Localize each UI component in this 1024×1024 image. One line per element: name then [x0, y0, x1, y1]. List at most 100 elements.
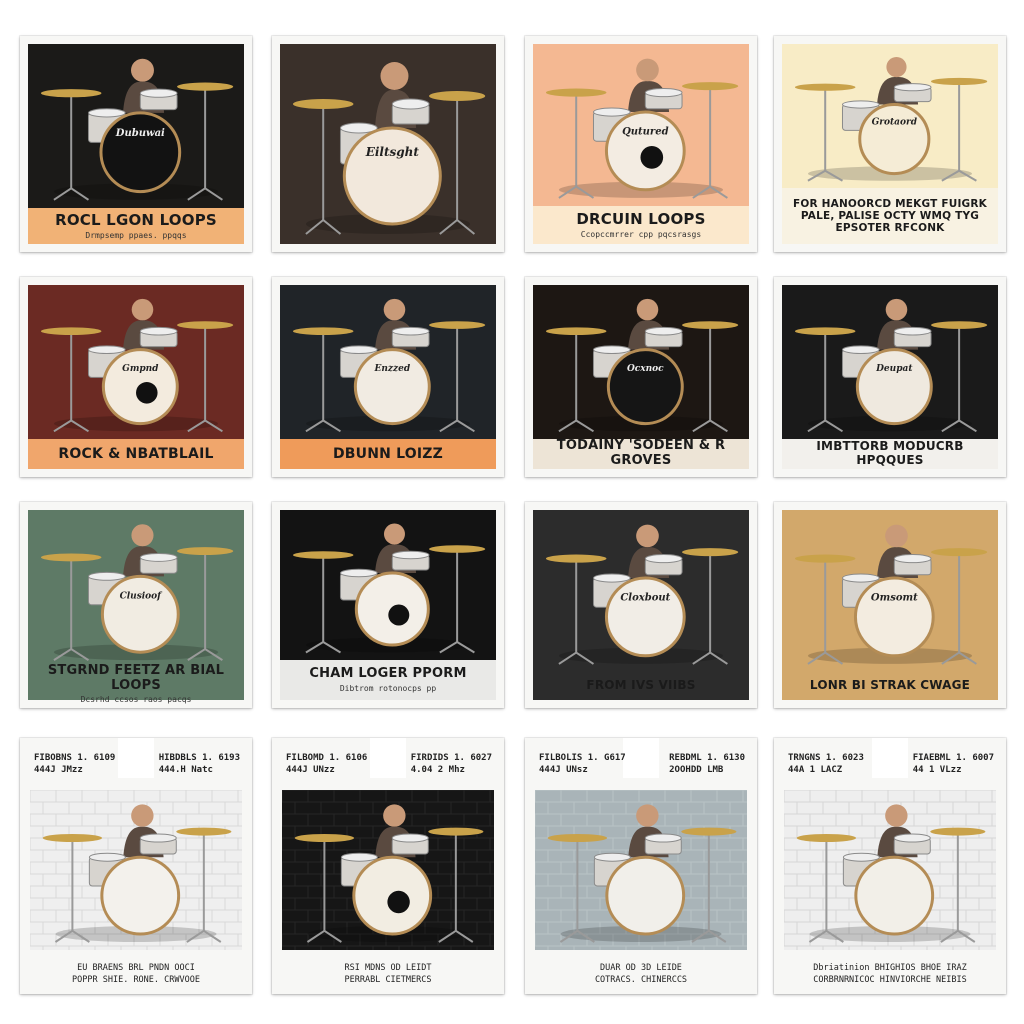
spec-line: 444J UNzz: [286, 765, 335, 775]
bass-drum: Gmpnd: [101, 348, 179, 426]
drum-kit-photo: Omsomt: [782, 510, 998, 672]
footer-line: RSI MDNS OD LEIDT: [344, 963, 432, 973]
card-footer: RSI MDNS OD LEIDT PERRABL CIETMERCS: [272, 962, 504, 986]
drum-kit-photo: Qutured: [533, 44, 749, 206]
spec-line: 44 1 VLzz: [912, 765, 962, 775]
drum-kit-photo: [535, 790, 747, 950]
spec-line: 444J JMzz: [34, 765, 83, 775]
poster-subtitle: Dibtrom rotonocps pp: [339, 683, 437, 693]
poster-subtitle: Dcsrhd ccsos raos pacqs: [80, 695, 192, 705]
poster-card[interactable]: Grotaord FOR HANOORCD MEKGT FUIGRK PALE, …: [774, 36, 1006, 252]
drum-kit-photo: Clusioof: [28, 510, 244, 668]
bass-drum: [352, 855, 433, 936]
caption-band: LONR BI STRAK CWAGE: [782, 672, 998, 700]
bass-drum: Ocxnoc: [606, 348, 684, 426]
poster-card[interactable]: Omsomt LONR BI STRAK CWAGE: [774, 502, 1006, 708]
drum-kit-photo: [280, 510, 496, 660]
drum-logo: Gmpnd: [122, 364, 159, 374]
spec-line: 2OOHDD LMB: [669, 765, 724, 775]
poster-card[interactable]: Enzzed DBUNN LOIZZ: [272, 277, 504, 477]
drum-logo: Ocxnoc: [627, 364, 664, 374]
poster-card[interactable]: FIBOBNS 1. 6109 444J JMzz HIBDBLS 1. 6193 4…: [20, 738, 252, 994]
spec-line: FIBOBNS 1. 6109: [34, 753, 116, 763]
spec-line: HIBDBLS 1. 6193: [158, 753, 240, 763]
caption-band: IMBTTORB MODUCRB HPQQUES: [782, 439, 998, 469]
footer-line: Dbriatinion BHIGHIOS BHOE IRAZ: [813, 963, 967, 973]
poster-subtitle: Ccopccmrrer cpp pqcsrasgs: [580, 230, 702, 240]
poster-title: LONR BI STRAK CWAGE: [809, 678, 971, 693]
spec-left: TRNGNS 1. 6023 44A 1 LACZ: [788, 752, 864, 776]
card-footer: EU BRAENS BRL PNDN OOCI POPPR SHIE. RONE.…: [20, 962, 252, 986]
spec-right: FIAEBML 1. 6007 44 1 VLzz: [913, 752, 994, 776]
spec-line: 4.04 2 Mhz: [410, 765, 465, 775]
poster-title: CHAM LOGER PPORM: [309, 666, 467, 682]
poster-card[interactable]: FILBOMD 1. 6106 444J UNzz FIRDIDS 1. 6027 4…: [272, 738, 504, 994]
poster-title: DBUNN LOIZZ: [332, 445, 443, 462]
bass-drum: Eiltsght: [342, 126, 442, 226]
poster-card[interactable]: Clusioof STGRND FEETZ AR BIAL LOOPS Dcsrhd…: [20, 502, 252, 708]
spec-left: FILBOLIS 1. G617 444J UNsz: [539, 752, 626, 776]
drum-logo: Grotaord: [872, 118, 918, 128]
poster-card[interactable]: Deupat IMBTTORB MODUCRB HPQQUES: [774, 277, 1006, 477]
card-notch: [623, 738, 659, 778]
poster-card[interactable]: Dubuwai ROCL LGON LOOPS Drmpsemp ppaes. pp…: [20, 36, 252, 252]
drum-kit-photo: Eiltsght: [280, 44, 496, 244]
spec-line: 44A 1 LACZ: [788, 765, 843, 775]
spec-line: TRNGNS 1. 6023: [788, 753, 864, 763]
drum-kit-photo: Enzzed: [280, 285, 496, 439]
poster-card[interactable]: TRNGNS 1. 6023 44A 1 LACZ FIAEBML 1. 6007 4…: [774, 738, 1006, 994]
drum-kit-photo: Ocxnoc: [533, 285, 749, 439]
poster-title: FOR HANOORCD MEKGT FUIGRK PALE, PALISE O…: [792, 197, 987, 235]
bass-drum: Cloxbout: [604, 576, 686, 658]
poster-card[interactable]: Cloxbout FROM IVS VIIBS: [525, 502, 757, 708]
drum-kit-photo: Grotaord: [782, 44, 998, 188]
spec-line: FIAEBML 1. 6007: [912, 753, 994, 763]
poster-subtitle: Drmpsemp ppaes. ppqqs: [85, 231, 187, 241]
poster-title: IMBTTORB MODUCRB HPQQUES: [816, 439, 964, 467]
card-notch: [872, 738, 908, 778]
caption-band: STGRND FEETZ AR BIAL LOOPS Dcsrhd ccsos r…: [28, 663, 244, 704]
caption-band: DBUNN LOIZZ: [280, 439, 496, 469]
caption-band: DRCUIN LOOPS Ccopccmrrer cpp pqcsrasgs: [533, 206, 749, 244]
spec-right: REBDML 1. 6130 2OOHDD LMB: [669, 752, 745, 776]
footer-line: CORBRNRNICOC HINVIORCHE NEIBIS: [813, 975, 967, 985]
drum-kit-photo: [282, 790, 494, 950]
spec-line: FILBOLIS 1. G617: [539, 753, 626, 763]
bass-drum: Enzzed: [353, 348, 431, 426]
poster-card[interactable]: Gmpnd ROCK & NBATBLAIL: [20, 277, 252, 477]
footer-line: EU BRAENS BRL PNDN OOCI: [77, 963, 195, 973]
caption-band: CHAM LOGER PPORM Dibtrom rotonocps pp: [280, 660, 496, 700]
bass-drum: [100, 855, 181, 936]
footer-line: PERRABL CIETMERCS: [344, 975, 432, 985]
poster-card[interactable]: FILBOLIS 1. G617 444J UNsz REBDML 1. 6130 2…: [525, 738, 757, 994]
poster-title: STGRND FEETZ AR BIAL LOOPS: [47, 662, 225, 693]
spec-right: FIRDIDS 1. 6027 4.04 2 Mhz: [411, 752, 492, 776]
spec-line: 444.H Natc: [158, 765, 213, 775]
bass-drum: Qutured: [604, 110, 686, 192]
drum-kit-photo: Deupat: [782, 285, 998, 439]
bass-drum: Omsomt: [853, 576, 935, 658]
drum-logo: Clusioof: [120, 591, 164, 601]
drum-logo: Dubuwai: [115, 128, 165, 139]
poster-title: ROCL LGON LOOPS: [55, 210, 217, 229]
spec-right: HIBDBLS 1. 6193 444.H Natc: [159, 752, 240, 776]
drum-kit-photo: Dubuwai: [28, 44, 244, 208]
poster-title: FROM IVS VIIBS: [586, 678, 696, 693]
drum-logo: Cloxbout: [620, 593, 670, 604]
poster-card[interactable]: CHAM LOGER PPORM Dibtrom rotonocps pp: [272, 502, 504, 708]
poster-card[interactable]: Eiltsght: [272, 36, 504, 252]
drum-logo: Deupat: [875, 364, 913, 374]
poster-card[interactable]: Qutured DRCUIN LOOPS Ccopccmrrer cpp pqcsr…: [525, 36, 757, 252]
spec-left: FIBOBNS 1. 6109 444J JMzz: [34, 752, 115, 776]
bass-drum: [605, 855, 686, 936]
caption-band: FROM IVS VIIBS: [533, 672, 749, 700]
poster-card[interactable]: Ocxnoc TODAINY 'SODEEN & R GROVES: [525, 277, 757, 477]
caption-band: ROCL LGON LOOPS Drmpsemp ppaes. ppqqs: [28, 208, 244, 244]
bass-drum: Dubuwai: [99, 111, 182, 194]
card-notch: [370, 738, 406, 778]
poster-title: ROCK & NBATBLAIL: [58, 445, 214, 462]
spec-line: FIRDIDS 1. 6027: [410, 753, 492, 763]
spec-line: REBDML 1. 6130: [669, 753, 745, 763]
caption-band: TODAINY 'SODEEN & R GROVES: [533, 438, 749, 469]
spec-left: FILBOMD 1. 6106 444J UNzz: [286, 752, 367, 776]
